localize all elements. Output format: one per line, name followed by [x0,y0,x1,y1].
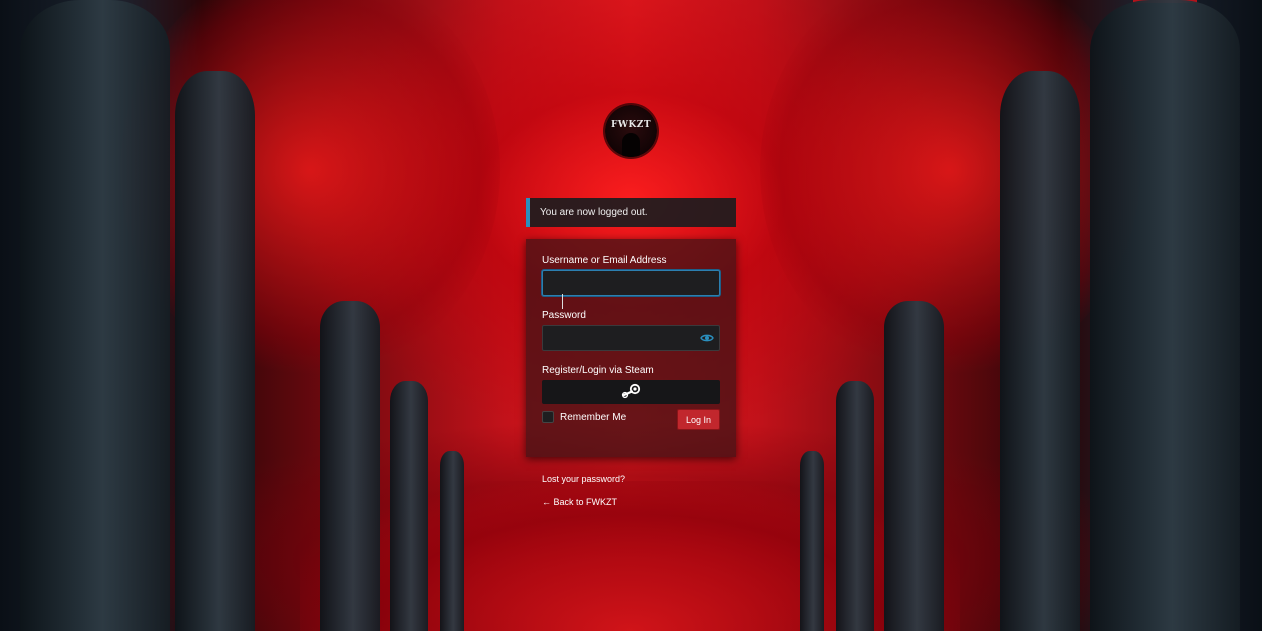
background-tree [390,381,428,631]
login-form: Username or Email Address Password Regis… [526,239,736,457]
username-group: Username or Email Address [542,255,720,309]
password-label: Password [542,310,586,321]
username-input[interactable] [542,270,720,296]
form-footer: Remember Me Log In [542,409,720,433]
username-label: Username or Email Address [542,255,667,266]
background-tree [800,451,824,631]
login-page: FWKZT You are now logged out. Username o… [0,0,1262,631]
lost-password-link[interactable]: Lost your password? [542,474,736,484]
background-tree [884,301,944,631]
site-logo[interactable]: FWKZT [605,105,657,157]
background-tree [1090,0,1240,631]
steam-label: Register/Login via Steam [542,365,654,376]
background-foliage [760,0,1140,380]
login-nav-links: Lost your password? ← Back to FWKZT [526,474,736,507]
background-tree [836,381,874,631]
background-tree [175,71,255,631]
background-tree [1000,71,1080,631]
background-tree [20,0,170,631]
password-group: Password [542,310,720,351]
password-input[interactable] [542,325,720,351]
steam-icon [620,383,642,402]
logo-figure-icon [622,133,640,157]
remember-me[interactable]: Remember Me [542,411,626,423]
steam-group: Register/Login via Steam [542,365,720,404]
login-container: FWKZT You are now logged out. Username o… [526,105,736,520]
logged-out-notice: You are now logged out. [526,198,736,227]
logo-text: FWKZT [610,120,652,130]
back-to-site-link[interactable]: ← Back to FWKZT [542,497,736,507]
password-wrapper [542,325,720,351]
remember-label: Remember Me [560,411,627,423]
text-cursor [562,294,563,309]
remember-checkbox[interactable] [542,411,554,423]
background-tree [440,451,464,631]
eye-icon[interactable] [700,331,714,345]
background-tree [320,301,380,631]
steam-login-button[interactable] [542,380,720,404]
login-button[interactable]: Log In [676,409,720,430]
